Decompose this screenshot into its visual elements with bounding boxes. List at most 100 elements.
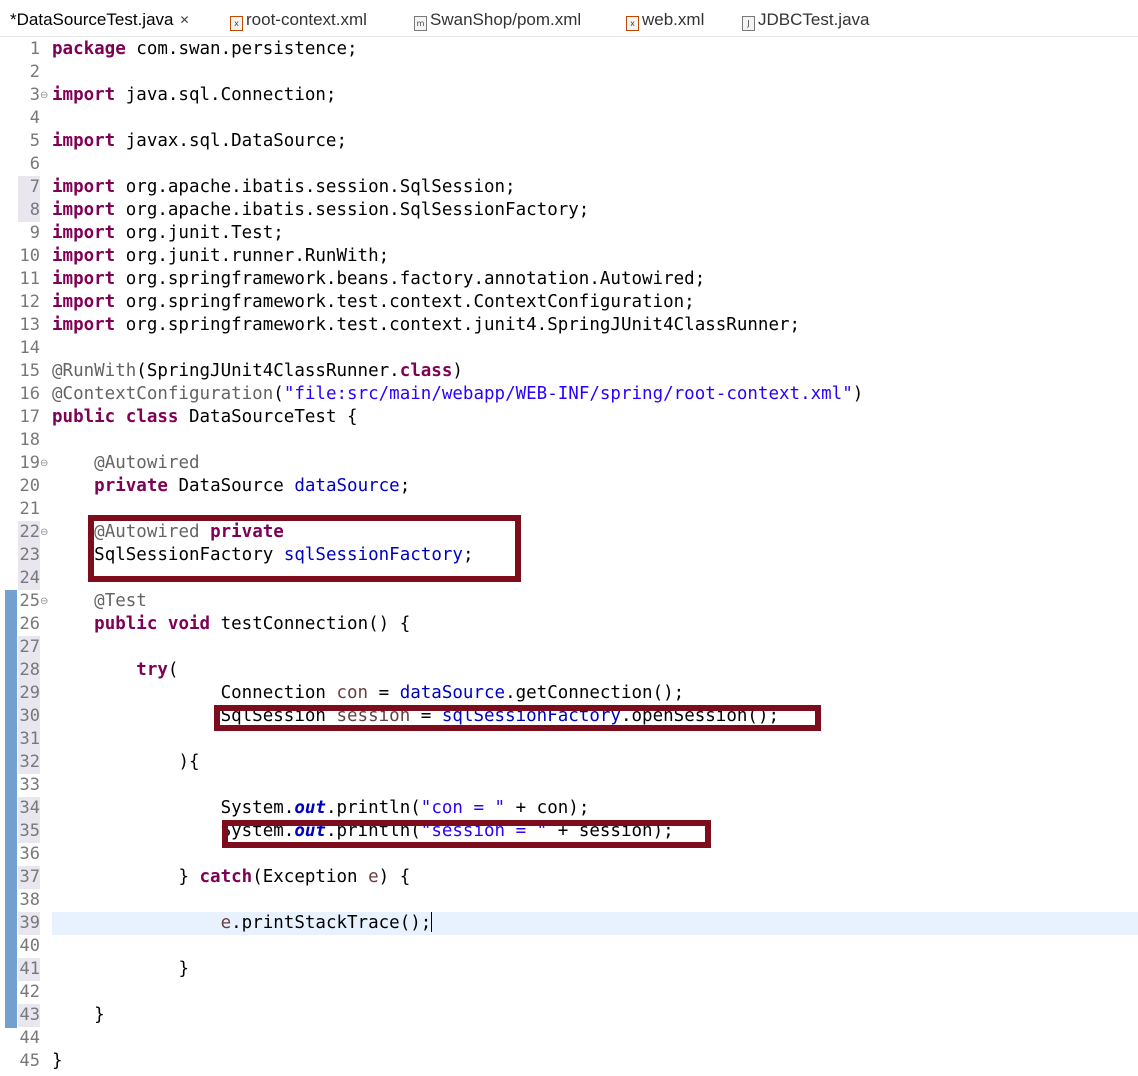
fold-icon[interactable]: ⊖ (40, 521, 50, 544)
code-line[interactable]: public void testConnection() { (52, 613, 410, 636)
keyword: class (125, 407, 179, 427)
tab-datasourcetest[interactable]: *DataSourceTest.java ✕ (10, 10, 190, 34)
code-line[interactable]: @Autowired (52, 452, 200, 475)
code-text: ( (273, 384, 284, 404)
line-number: 24 (19, 568, 40, 588)
code-text: .println( (325, 798, 421, 818)
code-text: ) (452, 361, 463, 381)
code-text: (SpringJUnit4ClassRunner. (136, 361, 400, 381)
keyword: public (94, 614, 158, 634)
annotation: @Autowired (94, 453, 200, 473)
static-field: out (294, 798, 326, 818)
code-line[interactable]: import java.sql.Connection; (52, 84, 336, 107)
maven-pom-icon: m (414, 16, 427, 31)
code-line[interactable]: import javax.sql.DataSource; (52, 130, 347, 153)
code-line[interactable]: import org.apache.ibatis.session.SqlSess… (52, 176, 516, 199)
code-line[interactable]: } (52, 958, 189, 981)
code-line[interactable]: @RunWith(SpringJUnit4ClassRunner.class) (52, 360, 463, 383)
code-text: .printStackTrace(); (231, 913, 432, 933)
line-number: 1 (29, 39, 40, 59)
code-line[interactable]: } (52, 1004, 105, 1027)
code-text: com.swan.persistence; (125, 39, 358, 59)
line-number: 5 (29, 131, 40, 151)
line-number: 32 (19, 752, 40, 772)
tab-web-xml[interactable]: x web.xml (626, 10, 704, 34)
line-number: 45 (19, 1051, 40, 1071)
close-icon[interactable]: ✕ (179, 13, 189, 27)
keyword: import (52, 223, 116, 243)
line-number: 40 (19, 936, 40, 956)
fold-icon[interactable]: ⊖ (40, 590, 50, 613)
code-line[interactable]: ){ (52, 751, 199, 774)
line-number: 42 (19, 982, 40, 1002)
line-number: 33 (19, 775, 40, 795)
fold-icon[interactable]: ⊖ (40, 452, 50, 475)
tab-label: JDBCTest.java (758, 10, 870, 29)
line-number: 27 (19, 637, 40, 657)
code-text: ; (399, 476, 411, 496)
code-line[interactable]: package com.swan.persistence; (52, 38, 358, 61)
line-number: 44 (19, 1028, 40, 1048)
line-number: 21 (19, 499, 40, 519)
code-line[interactable]: import org.springframework.test.context.… (52, 291, 695, 314)
code-text: } (178, 867, 200, 887)
keyword: import (52, 85, 116, 105)
code-line[interactable]: } (52, 1050, 63, 1073)
line-number: 10 (19, 246, 40, 266)
local-variable: e (368, 867, 379, 887)
line-number: 31 (19, 729, 40, 749)
tab-jdbctest[interactable]: J JDBCTest.java (742, 10, 869, 34)
code-text: org.junit.Test; (115, 223, 284, 243)
line-number: 28 (19, 660, 40, 680)
highlight-box (88, 515, 521, 582)
fold-icon[interactable]: ⊖ (40, 84, 50, 107)
code-line[interactable]: import org.springframework.test.context.… (52, 314, 800, 337)
tab-pom[interactable]: m SwanShop/pom.xml (414, 10, 581, 34)
xml-file-icon: x (230, 16, 243, 31)
line-number: 23 (19, 545, 40, 565)
code-line[interactable]: System.out.println("con = " + con); (52, 797, 590, 820)
code-text: org.springframework.test.context.Context… (115, 292, 695, 312)
code-line[interactable]: public class DataSourceTest { (52, 406, 358, 429)
keyword: void (167, 614, 211, 634)
line-number: 12 (19, 292, 40, 312)
field-name: dataSource (399, 683, 506, 703)
tab-label: web.xml (642, 10, 705, 29)
string-literal: "file:src/main/webapp/WEB-INF/spring/roo… (283, 384, 853, 404)
code-text: ( (167, 660, 179, 680)
line-number: 43 (19, 1005, 40, 1025)
line-number: 14 (19, 338, 40, 358)
code-text: = (368, 683, 400, 703)
line-number: 11 (19, 269, 40, 289)
code-line[interactable]: import org.apache.ibatis.session.SqlSess… (52, 199, 589, 222)
tab-root-context[interactable]: x root-context.xml (230, 10, 367, 34)
line-number: 35 (19, 821, 40, 841)
line-number: 17 (19, 407, 40, 427)
line-number: 22 (19, 522, 40, 542)
line-number: 3 (29, 85, 40, 105)
code-line[interactable]: @ContextConfiguration("file:src/main/web… (52, 383, 863, 406)
code-line[interactable]: } catch(Exception e) { (52, 866, 410, 889)
code-line[interactable]: @Test (52, 590, 147, 613)
line-number: 36 (19, 844, 40, 864)
annotation: @Test (94, 591, 147, 611)
code-line[interactable]: Connection con = dataSource.getConnectio… (52, 682, 685, 705)
xml-file-icon: x (626, 16, 639, 31)
line-number: 38 (19, 890, 40, 910)
java-file-icon: J (742, 16, 755, 31)
code-text: (Exception (252, 867, 369, 887)
line-number: 13 (19, 315, 40, 335)
code-line[interactable]: import org.springframework.beans.factory… (52, 268, 705, 291)
code-editor[interactable]: 1 2 3 4 5 6 7 8 9 10 11 12 13 14 15 16 1… (0, 38, 1138, 1076)
code-line[interactable]: private DataSource dataSource; (52, 475, 410, 498)
line-number: 29 (19, 683, 40, 703)
code-text: testConnection() { (210, 614, 411, 634)
code-line[interactable]: import org.junit.runner.RunWith; (52, 245, 389, 268)
code-line[interactable]: try( (52, 659, 178, 682)
code-text: DataSourceTest { (178, 407, 358, 427)
line-number: 25 (19, 591, 40, 611)
code-line[interactable]: import org.junit.Test; (52, 222, 284, 245)
tab-label: SwanShop/pom.xml (430, 10, 582, 29)
keyword: import (52, 315, 116, 335)
code-line[interactable]: e.printStackTrace(); (52, 912, 433, 935)
